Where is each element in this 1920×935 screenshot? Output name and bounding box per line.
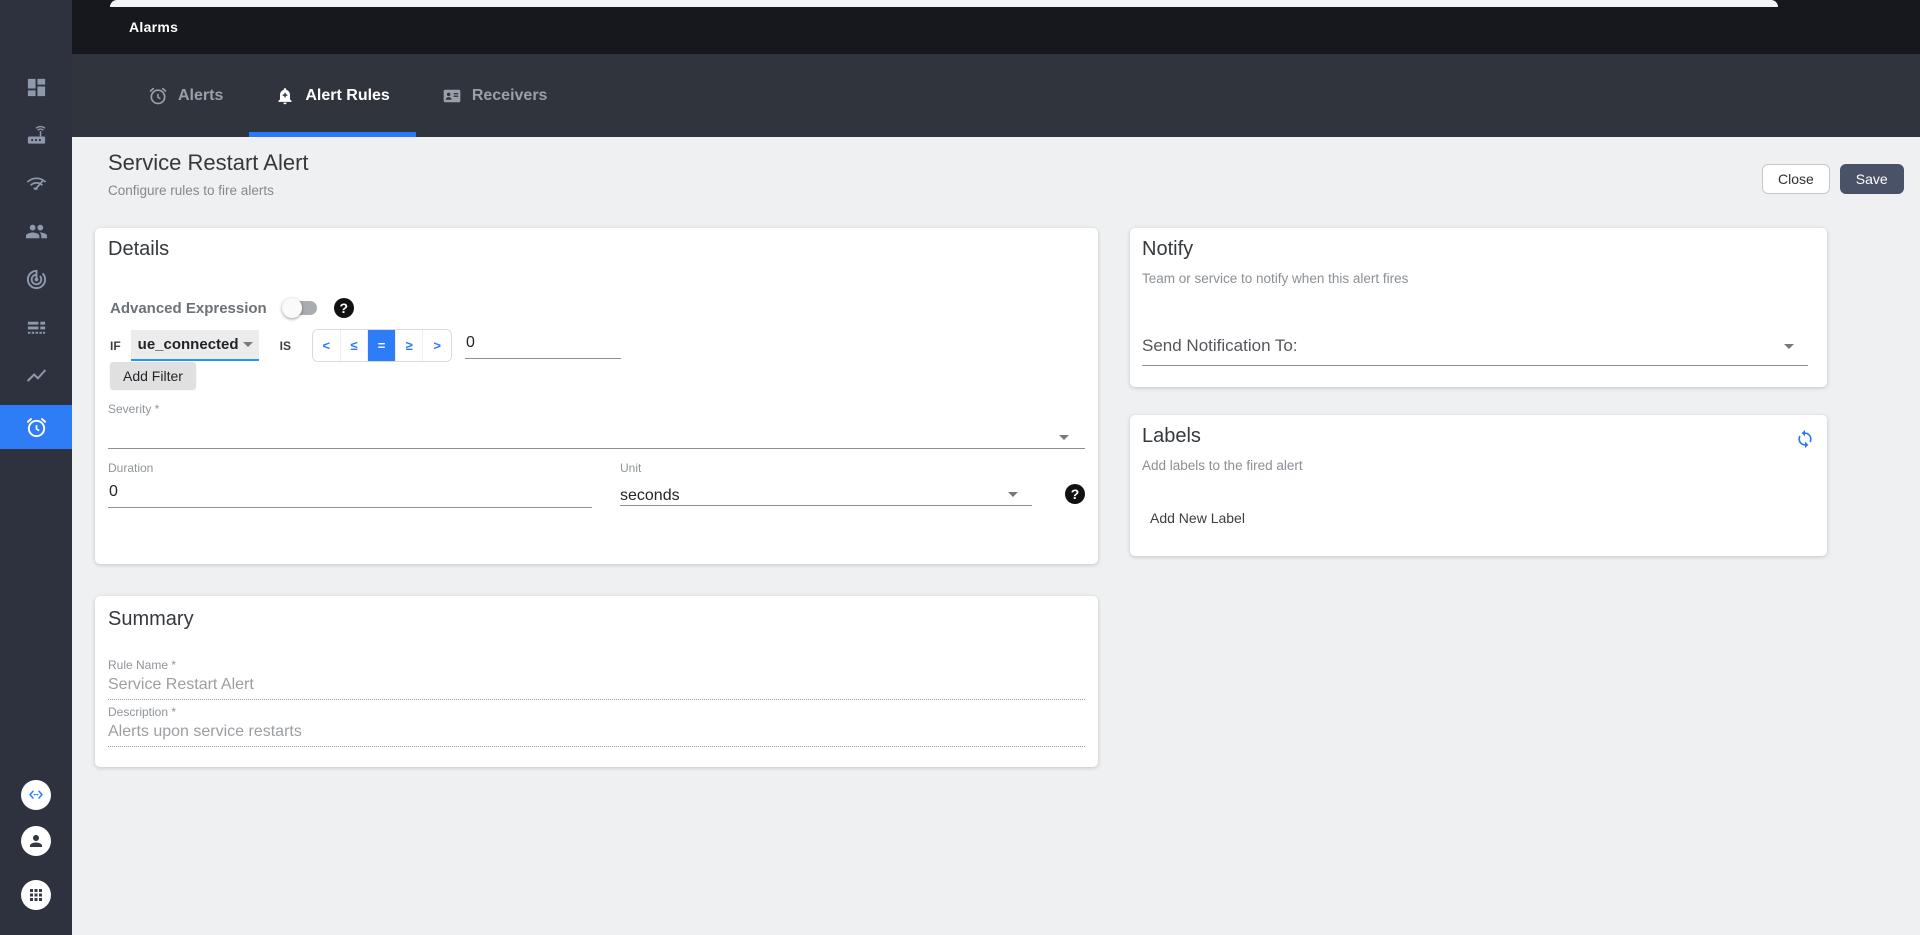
chevron-down-icon (1008, 492, 1018, 497)
sidebar-item-users[interactable] (0, 209, 72, 253)
summary-heading: Summary (108, 608, 194, 630)
account-icon (30, 835, 42, 847)
header-actions: Close Save (1762, 164, 1904, 194)
sidebar-item-dashboard[interactable] (0, 65, 72, 109)
rule-name-field[interactable]: Service Restart Alert (108, 676, 1085, 700)
close-button[interactable]: Close (1762, 164, 1830, 194)
sidebar-item-alarms[interactable] (0, 405, 72, 449)
help-icon[interactable]: ? (333, 298, 354, 318)
summary-card: Summary Rule Name * Service Restart Aler… (95, 596, 1098, 767)
duration-label: Duration (108, 461, 154, 475)
unit-label: Unit (620, 461, 642, 475)
sidebar-item-coverage[interactable] (0, 257, 72, 301)
chevron-down-icon (242, 342, 253, 347)
operator-gte[interactable]: ≥ (395, 330, 424, 361)
tab-alert-rules[interactable]: Alert Rules (249, 54, 417, 137)
labels-card: Labels Add labels to the fired alert Add… (1130, 415, 1827, 556)
labels-heading: Labels (1142, 425, 1201, 447)
send-notification-label: Send Notification To: (1142, 336, 1298, 355)
send-notification-select[interactable]: Send Notification To: (1142, 336, 1808, 366)
save-button[interactable]: Save (1839, 164, 1904, 194)
add-new-label-button[interactable]: Add New Label (1142, 504, 1253, 532)
tab-label: Alerts (178, 86, 224, 104)
dashboard-icon (27, 78, 45, 96)
router-icon (27, 125, 45, 144)
page-subtitle: Configure rules to fire alerts (108, 183, 274, 198)
metric-value: ue_connected (137, 336, 239, 353)
is-label: IS (279, 338, 292, 353)
labels-subtitle: Add labels to the fired alert (1142, 458, 1303, 473)
tab-bar: Alerts Alert Rules Receivers (72, 54, 1920, 137)
tab-receivers[interactable]: Receivers (416, 54, 574, 137)
notify-heading: Notify (1142, 238, 1194, 260)
sync-icon[interactable] (1795, 429, 1815, 449)
duration-input[interactable] (108, 481, 592, 508)
advanced-expression-label: Advanced Expression (110, 299, 267, 317)
sidebar-item-devices[interactable] (0, 113, 72, 157)
details-card: Details Advanced Expression ? IF ue_conn… (95, 228, 1098, 564)
operator-group: < ≤ = ≥ > (312, 329, 452, 362)
details-heading: Details (108, 238, 170, 260)
tab-label: Receivers (471, 86, 548, 104)
operator-gt[interactable]: > (423, 330, 451, 361)
advanced-expression-toggle[interactable] (281, 298, 317, 318)
unit-value: seconds (620, 487, 680, 504)
tab-alerts[interactable]: Alerts (122, 54, 249, 137)
notify-card: Notify Team or service to notify when th… (1130, 228, 1827, 387)
operator-lt[interactable]: < (313, 330, 341, 361)
apps-grid-icon (30, 889, 42, 901)
chevron-down-icon (1784, 343, 1794, 349)
trend-chart-icon (26, 368, 46, 382)
topbar-title: Alarms (129, 19, 179, 35)
unit-select[interactable]: seconds (620, 481, 1032, 506)
help-icon[interactable]: ? (1065, 484, 1085, 504)
rows-icon (27, 321, 45, 334)
description-value: Alerts upon service restarts (108, 723, 302, 740)
contact-card-icon (443, 89, 461, 102)
notify-subtitle: Team or service to notify when this aler… (1142, 271, 1409, 286)
window-edge-artifact (110, 0, 1778, 7)
track-changes-icon (26, 269, 46, 289)
sidebar (0, 0, 72, 935)
severity-label: Severity * (108, 402, 160, 416)
alarm-clock-icon (149, 87, 167, 104)
condition-row: IF ue_connected IS < ≤ = ≥ > (110, 329, 621, 362)
sidebar-item-network[interactable] (0, 161, 72, 205)
code-icon (29, 790, 43, 799)
code-button[interactable] (21, 780, 51, 810)
app-root: Alarms Alerts Alert Rules Receivers Serv… (0, 0, 1920, 935)
users-icon (25, 224, 47, 238)
description-label: Description * (108, 705, 177, 719)
apps-button[interactable] (21, 880, 51, 910)
alarm-icon (26, 417, 46, 437)
sidebar-item-analytics[interactable] (0, 353, 72, 397)
bell-plus-icon (278, 87, 293, 104)
page-title: Service Restart Alert (108, 150, 309, 175)
description-field[interactable]: Alerts upon service restarts (108, 723, 1085, 747)
threshold-input[interactable] (464, 332, 621, 359)
chevron-down-icon (1059, 435, 1069, 440)
network-check-icon (26, 177, 46, 190)
operator-lte[interactable]: ≤ (340, 330, 369, 361)
rule-name-label: Rule Name * (108, 658, 177, 672)
operator-eq[interactable]: = (368, 330, 396, 361)
tab-label: Alert Rules (305, 86, 390, 104)
if-label: IF (110, 338, 121, 353)
toggle-knob (281, 298, 302, 318)
advanced-expression-row: Advanced Expression ? (110, 298, 354, 318)
page-header: Service Restart Alert Configure rules to… (108, 150, 309, 198)
app-topbar: Alarms (72, 0, 1920, 54)
sidebar-item-records[interactable] (0, 305, 72, 349)
rule-name-value: Service Restart Alert (108, 676, 254, 693)
metric-select[interactable]: ue_connected (130, 330, 259, 361)
account-button[interactable] (21, 826, 51, 856)
severity-select[interactable] (108, 424, 1085, 449)
add-filter-button[interactable]: Add Filter (110, 362, 196, 389)
